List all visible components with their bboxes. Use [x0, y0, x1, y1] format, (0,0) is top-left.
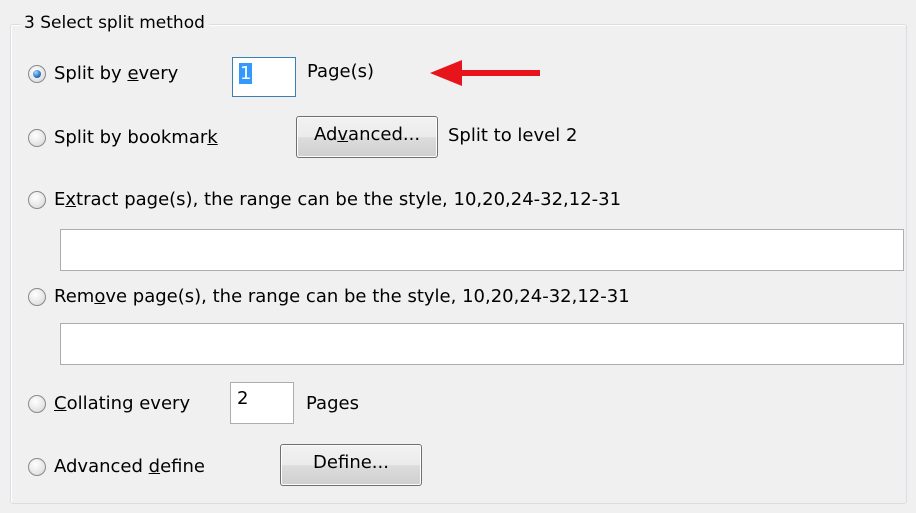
remove-option[interactable]: Remove page(s), the range can be the sty…	[28, 285, 630, 309]
advanced-define-label: Advanced define	[54, 456, 205, 477]
collating-label: Collating every	[54, 393, 191, 414]
remove-range-input[interactable]	[60, 323, 904, 365]
split-bookmark-option[interactable]: Split by bookmark	[28, 126, 218, 150]
remove-label: Remove page(s), the range can be the sty…	[54, 286, 630, 307]
split-every-unit-label: Page(s)	[307, 61, 374, 82]
split-every-radio[interactable]	[28, 65, 46, 83]
extract-radio[interactable]	[28, 191, 46, 209]
group-title: 3 Select split method	[20, 12, 209, 34]
split-every-label: Split by every	[54, 63, 179, 84]
split-bookmark-radio[interactable]	[28, 129, 46, 147]
left-arrow-icon	[430, 60, 540, 86]
split-every-option[interactable]: Split by every	[28, 62, 178, 86]
advanced-define-option[interactable]: Advanced define	[28, 455, 205, 479]
collating-unit-label: Pages	[306, 393, 359, 414]
split-level-note: Split to level 2	[448, 125, 578, 146]
extract-option[interactable]: Extract page(s), the range can be the st…	[28, 188, 621, 212]
collating-pages-input[interactable]: 2	[230, 382, 294, 424]
define-button[interactable]: Define...	[280, 444, 422, 486]
remove-radio[interactable]	[28, 288, 46, 306]
advanced-define-radio[interactable]	[28, 458, 46, 476]
collating-option[interactable]: Collating every	[28, 392, 190, 416]
split-method-panel: 3 Select split method Split by every 1 P…	[0, 0, 916, 513]
extract-range-input[interactable]	[60, 229, 904, 271]
advanced-button[interactable]: Advanced...	[296, 116, 438, 158]
split-bookmark-label: Split by bookmark	[54, 127, 218, 148]
extract-label: Extract page(s), the range can be the st…	[54, 189, 622, 210]
split-every-pages-input[interactable]: 1	[232, 57, 296, 97]
collating-radio[interactable]	[28, 395, 46, 413]
